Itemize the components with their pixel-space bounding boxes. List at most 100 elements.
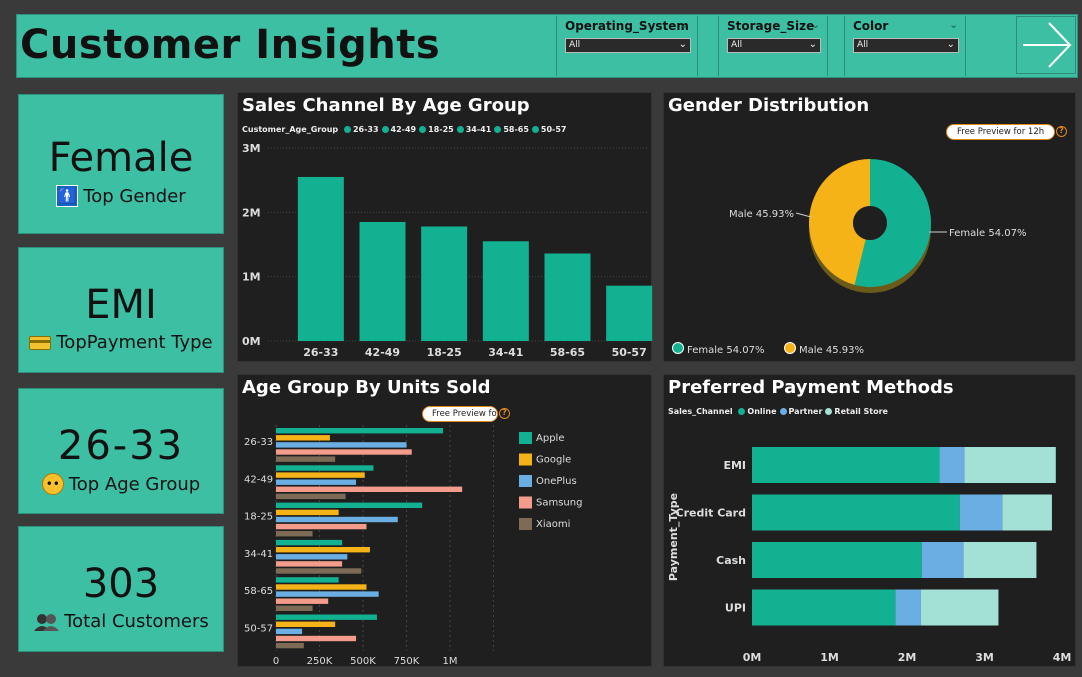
x-tick-label: 26-33 <box>303 346 338 359</box>
chevron-down-icon: ⌄ <box>678 39 687 50</box>
legend-label: Male 45.93% <box>799 345 864 356</box>
bar-segment <box>1002 494 1052 531</box>
bar-segment <box>921 542 964 578</box>
x-tick-label: 34-41 <box>488 346 523 359</box>
chevron-down-icon: ⌄ <box>808 39 817 50</box>
chevron-down-icon[interactable]: ⌄ <box>811 18 820 31</box>
bar <box>276 539 343 546</box>
x-tick-label: 2M <box>898 651 917 664</box>
y-tick-label: 3M <box>242 142 261 155</box>
slicer-color[interactable]: Color ⌄ All ⌄ <box>844 16 966 76</box>
slicer-label: Color <box>853 19 889 33</box>
x-tick-label: 3M <box>975 651 994 664</box>
bar-segment <box>752 494 960 531</box>
bar <box>276 591 379 597</box>
bar <box>276 568 362 574</box>
y-tick-label: 34-41 <box>244 549 273 560</box>
bar <box>276 502 423 508</box>
x-tick-label: 1M <box>820 651 839 664</box>
slicer-value: All <box>569 40 581 50</box>
x-tick-label: 42-49 <box>365 346 400 359</box>
bar <box>276 442 407 448</box>
arrow-right-icon <box>1023 22 1072 68</box>
chevron-down-icon[interactable]: ⌄ <box>679 18 688 31</box>
bar-segment <box>939 447 965 483</box>
leader-line <box>795 212 812 218</box>
slicer-operating-system[interactable]: Operating_System ⌄ All ⌄ <box>556 16 698 76</box>
bar-segment <box>752 542 922 578</box>
chevron-down-icon[interactable]: ⌄ <box>949 18 958 31</box>
x-tick-label: 0 <box>273 656 279 667</box>
kpi-label: Total Customers <box>64 611 209 632</box>
legend-swatch <box>519 496 532 509</box>
bar <box>276 614 377 620</box>
slicer-dropdown[interactable]: All ⌄ <box>727 38 821 53</box>
kpi-card-customers: 303 Total Customers <box>18 526 224 652</box>
kpi-card-payment: EMI TopPayment Type <box>18 247 224 373</box>
y-tick-label: 1M <box>242 271 261 284</box>
next-page-button[interactable] <box>1016 16 1076 74</box>
gender-pie-chart: Female 54.07% Male 45.93% Female 54.07% Mal… <box>672 159 1026 356</box>
bar <box>606 285 653 341</box>
bar-segment <box>964 447 1056 483</box>
bar <box>276 465 374 471</box>
bar <box>276 516 398 523</box>
bar-segment <box>920 589 999 626</box>
legend-label: Apple <box>536 433 564 444</box>
legend-swatch <box>519 453 532 466</box>
chevron-down-icon: ⌄ <box>946 39 955 50</box>
face-icon: •• <box>41 473 64 495</box>
x-tick-label: 500K <box>350 656 376 667</box>
y-tick-label: 2M <box>242 206 261 219</box>
bar <box>276 605 313 611</box>
legend-swatch <box>519 432 532 444</box>
legend-label: Female 54.07% <box>687 345 764 356</box>
kpi-label-row: •• Top Age Group <box>19 473 223 495</box>
slicer-dropdown[interactable]: All ⌄ <box>565 38 691 53</box>
slicer-storage-size[interactable]: Storage_Size ⌄ All ⌄ <box>718 16 828 76</box>
bar <box>276 554 348 560</box>
bar-segment <box>959 494 1003 531</box>
x-tick-label: 250K <box>307 656 333 667</box>
bar <box>276 472 365 478</box>
panel-sales-channel: Sales Channel By Age Group Customer_Age_… <box>237 92 653 362</box>
person-icon: 🚹 <box>56 185 79 207</box>
x-tick-label: 1M <box>443 656 458 667</box>
x-tick-label: 50-57 <box>612 346 647 359</box>
bar <box>276 598 329 604</box>
bar-segment <box>752 447 940 483</box>
bar <box>544 253 591 341</box>
slicer-label: Storage_Size <box>727 19 815 33</box>
bar-segment <box>895 589 921 626</box>
bar <box>276 523 367 530</box>
bar <box>482 241 529 341</box>
kpi-value: 303 <box>82 561 160 607</box>
bar <box>276 509 339 516</box>
bar-segment <box>963 542 1037 578</box>
kpi-value: 26-33 <box>57 423 185 469</box>
credit-card-icon <box>29 335 52 350</box>
y-tick-label: UPI <box>725 602 746 615</box>
kpi-label-row: 🚹 Top Gender <box>19 185 223 207</box>
bar <box>276 479 357 485</box>
x-tick-label: 750K <box>394 656 420 667</box>
kpi-label: Top Gender <box>83 185 186 207</box>
pie-label: Female 54.07% <box>949 228 1026 239</box>
y-tick-label: EMI <box>723 459 746 472</box>
legend-label: Xiaomi <box>536 519 570 530</box>
bar-segment <box>752 589 896 626</box>
bar <box>276 635 357 642</box>
y-tick-label: 18-25 <box>244 512 273 523</box>
legend-swatch <box>519 475 532 487</box>
donut-hole <box>853 206 887 240</box>
bar <box>297 176 344 341</box>
bar <box>276 628 303 635</box>
x-tick-label: 4M <box>1053 651 1072 664</box>
legend-label: Samsung <box>536 498 582 509</box>
bar <box>276 456 336 462</box>
legend-label: Google <box>536 455 571 466</box>
users-icon <box>34 613 60 631</box>
y-tick-label: 50-57 <box>244 624 273 635</box>
bar <box>421 226 468 341</box>
slicer-dropdown[interactable]: All ⌄ <box>853 38 959 53</box>
